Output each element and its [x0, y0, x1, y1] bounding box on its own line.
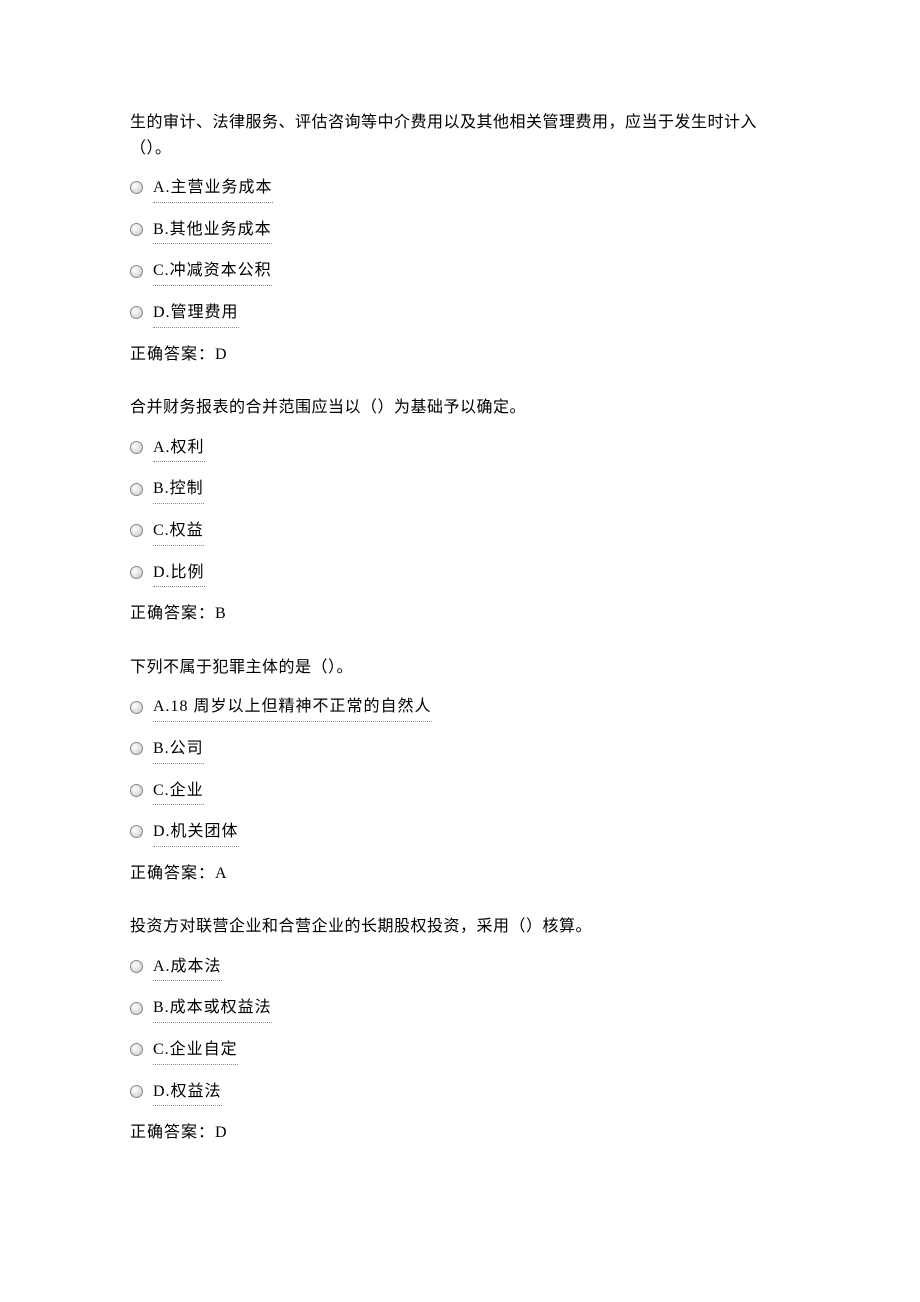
- question-block: 生的审计、法律服务、评估咨询等中介费用以及其他相关管理费用，应当于发生时计入（）…: [130, 110, 790, 367]
- option-label: C.企业自定: [153, 1037, 238, 1065]
- option-row[interactable]: C.冲减资本公积: [130, 258, 790, 286]
- radio-icon[interactable]: [130, 306, 143, 319]
- radio-icon[interactable]: [130, 265, 143, 278]
- radio-icon[interactable]: [130, 742, 143, 755]
- correct-answer: 正确答案：D: [130, 1120, 790, 1146]
- option-label: D.比例: [153, 560, 205, 588]
- option-label: C.权益: [153, 518, 204, 546]
- radio-icon[interactable]: [130, 784, 143, 797]
- option-label: D.管理费用: [153, 300, 239, 328]
- question-block: 合并财务报表的合并范围应当以（）为基础予以确定。 A.权利 B.控制 C.权益 …: [130, 395, 790, 627]
- option-row[interactable]: B.其他业务成本: [130, 217, 790, 245]
- radio-icon[interactable]: [130, 1002, 143, 1015]
- option-row[interactable]: C.权益: [130, 518, 790, 546]
- option-label: B.成本或权益法: [153, 995, 272, 1023]
- option-row[interactable]: B.公司: [130, 736, 790, 764]
- option-row[interactable]: A.权利: [130, 435, 790, 463]
- option-row[interactable]: B.成本或权益法: [130, 995, 790, 1023]
- radio-icon[interactable]: [130, 960, 143, 973]
- radio-icon[interactable]: [130, 825, 143, 838]
- question-block: 投资方对联营企业和合营企业的长期股权投资，采用（）核算。 A.成本法 B.成本或…: [130, 914, 790, 1146]
- radio-icon[interactable]: [130, 1043, 143, 1056]
- correct-answer: 正确答案：A: [130, 861, 790, 887]
- radio-icon[interactable]: [130, 441, 143, 454]
- option-label: C.企业: [153, 778, 204, 806]
- question-text: 下列不属于犯罪主体的是（）。: [130, 655, 790, 681]
- option-row[interactable]: C.企业自定: [130, 1037, 790, 1065]
- option-row[interactable]: A.主营业务成本: [130, 175, 790, 203]
- option-label: D.权益法: [153, 1079, 222, 1107]
- option-row[interactable]: A.成本法: [130, 954, 790, 982]
- question-text: 合并财务报表的合并范围应当以（）为基础予以确定。: [130, 395, 790, 421]
- option-label: A.主营业务成本: [153, 175, 273, 203]
- question-block: 下列不属于犯罪主体的是（）。 A.18 周岁以上但精神不正常的自然人 B.公司 …: [130, 655, 790, 887]
- option-row[interactable]: D.权益法: [130, 1079, 790, 1107]
- option-label: B.其他业务成本: [153, 217, 272, 245]
- option-row[interactable]: A.18 周岁以上但精神不正常的自然人: [130, 694, 790, 722]
- option-label: C.冲减资本公积: [153, 258, 272, 286]
- radio-icon[interactable]: [130, 483, 143, 496]
- question-text: 投资方对联营企业和合营企业的长期股权投资，采用（）核算。: [130, 914, 790, 940]
- option-label: A.18 周岁以上但精神不正常的自然人: [153, 694, 432, 722]
- option-row[interactable]: D.比例: [130, 560, 790, 588]
- option-label: A.成本法: [153, 954, 222, 982]
- option-row[interactable]: D.机关团体: [130, 819, 790, 847]
- question-text: 生的审计、法律服务、评估咨询等中介费用以及其他相关管理费用，应当于发生时计入（）…: [130, 110, 790, 161]
- radio-icon[interactable]: [130, 524, 143, 537]
- option-label: B.控制: [153, 476, 204, 504]
- radio-icon[interactable]: [130, 566, 143, 579]
- option-row[interactable]: C.企业: [130, 778, 790, 806]
- radio-icon[interactable]: [130, 701, 143, 714]
- correct-answer: 正确答案：B: [130, 601, 790, 627]
- radio-icon[interactable]: [130, 1085, 143, 1098]
- option-label: D.机关团体: [153, 819, 239, 847]
- option-label: B.公司: [153, 736, 204, 764]
- radio-icon[interactable]: [130, 223, 143, 236]
- option-label: A.权利: [153, 435, 205, 463]
- option-row[interactable]: B.控制: [130, 476, 790, 504]
- option-row[interactable]: D.管理费用: [130, 300, 790, 328]
- radio-icon[interactable]: [130, 181, 143, 194]
- correct-answer: 正确答案：D: [130, 342, 790, 368]
